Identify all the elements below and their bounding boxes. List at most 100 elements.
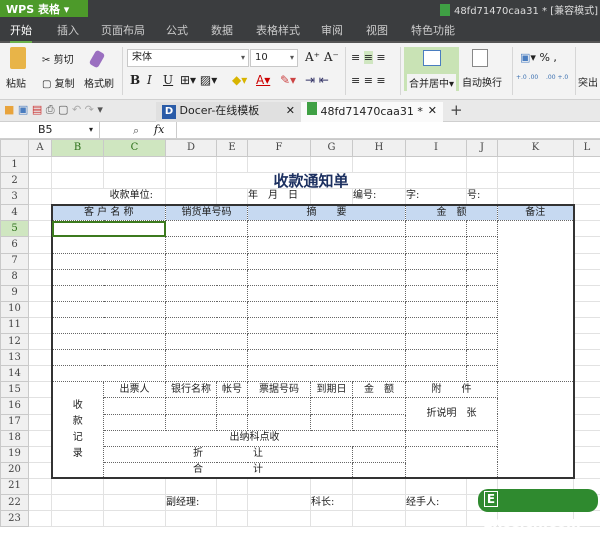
quick-access-toolbar[interactable]: ■ ▣ ▤ ⎙ ▢ ↶ ↷ ▾ [4,103,103,117]
cell[interactable] [353,511,406,527]
cell[interactable] [29,205,52,221]
spreadsheet-grid[interactable]: A B C D E F G H I J K L 1 2收款通知单 3收款单位:年… [0,139,600,527]
tab-home[interactable]: 开始 [10,22,32,43]
row-header[interactable]: 5 [1,221,29,237]
cell[interactable] [217,511,248,527]
cell[interactable] [52,334,166,350]
cell[interactable] [574,269,600,285]
cell[interactable] [29,301,52,317]
cell[interactable] [248,350,406,366]
cell[interactable] [406,237,467,253]
cell[interactable] [248,269,406,285]
tab-review[interactable]: 审阅 [321,22,343,38]
cell[interactable] [217,398,248,414]
function-icon[interactable]: fx [154,123,164,136]
cell[interactable] [166,237,248,253]
number-format-icon[interactable]: ▣▾ % , [520,51,557,64]
cell[interactable] [574,189,600,205]
cell[interactable] [29,189,52,205]
column-header[interactable]: F [248,140,311,157]
cell[interactable] [29,382,52,398]
cell[interactable] [217,478,248,494]
cell[interactable] [574,317,600,333]
cell[interactable] [166,157,217,173]
cell[interactable] [574,350,600,366]
name-box[interactable]: B5▾ [0,122,100,138]
row-header[interactable]: 6 [1,237,29,253]
cell[interactable] [248,237,406,253]
cell[interactable] [248,301,406,317]
select-all-corner[interactable] [1,140,29,157]
close-tab-icon[interactable]: ✕ [428,102,437,120]
tab-data[interactable]: 数据 [211,22,233,38]
cell[interactable] [29,462,52,478]
tab-formulas[interactable]: 公式 [166,22,188,38]
cell[interactable] [467,173,498,189]
column-header[interactable]: E [217,140,248,157]
indent-icon[interactable]: ⇥ ⇤ [305,73,329,87]
cell[interactable] [104,157,166,173]
tab-page-layout[interactable]: 页面布局 [101,22,145,38]
close-tab-icon[interactable]: ✕ [286,102,295,120]
format-painter-button[interactable]: 格式刷 [84,75,114,90]
selected-cell-b5[interactable] [52,221,166,237]
cell[interactable] [248,398,311,414]
italic-button[interactable]: I [147,73,152,87]
cell[interactable] [29,366,52,382]
border-icon[interactable]: ⊞▾ ▨▾ [180,73,217,87]
cell[interactable] [29,285,52,301]
cell[interactable] [166,301,248,317]
cell[interactable] [52,269,166,285]
row-header[interactable]: 3 [1,189,29,205]
cell[interactable] [29,478,52,494]
cell[interactable] [29,446,52,462]
cell[interactable] [574,221,600,237]
column-header[interactable]: I [406,140,467,157]
column-header[interactable]: B [52,140,104,157]
cell[interactable] [248,221,406,237]
cell[interactable] [166,478,217,494]
cell[interactable] [29,414,52,430]
row-header[interactable]: 8 [1,269,29,285]
merge-center-button[interactable]: 合并居中▾ [404,47,459,91]
cell[interactable] [467,221,498,237]
cell[interactable] [166,285,248,301]
row-header[interactable]: 19 [1,446,29,462]
cell[interactable] [574,285,600,301]
cell[interactable] [406,221,467,237]
cell[interactable] [166,269,248,285]
cell[interactable] [574,205,600,221]
cell[interactable] [574,334,600,350]
cell[interactable] [353,462,406,478]
cell[interactable] [52,511,104,527]
tab-workbook[interactable]: 48fd71470caa31 *✕ [301,102,443,122]
cell[interactable] [248,317,406,333]
cell[interactable] [311,478,353,494]
tab-special[interactable]: 特色功能 [411,22,455,38]
cell[interactable] [406,269,467,285]
cell[interactable] [467,350,498,366]
cell[interactable] [104,494,166,510]
cell[interactable] [217,157,248,173]
remarks-cell[interactable] [498,221,574,382]
underline-button[interactable]: U [163,73,173,87]
row-header[interactable]: 22 [1,494,29,510]
font-size-select[interactable]: 10▾ [250,49,298,67]
cell[interactable] [406,334,467,350]
row-header[interactable]: 15 [1,382,29,398]
paste-icon[interactable] [10,47,26,69]
cut-button[interactable]: ✂ 剪切 [42,51,74,66]
cell[interactable] [248,511,311,527]
cell[interactable] [248,253,406,269]
cell[interactable] [166,221,248,237]
cell[interactable] [248,478,311,494]
cell[interactable] [29,157,52,173]
row-header[interactable]: 7 [1,253,29,269]
cell[interactable] [52,478,104,494]
cell[interactable] [467,317,498,333]
cell[interactable] [353,414,406,430]
cell[interactable] [574,173,600,189]
cell[interactable] [104,511,166,527]
decrease-decimal-button[interactable]: .00 +.0 [546,74,568,81]
cell[interactable] [248,334,406,350]
